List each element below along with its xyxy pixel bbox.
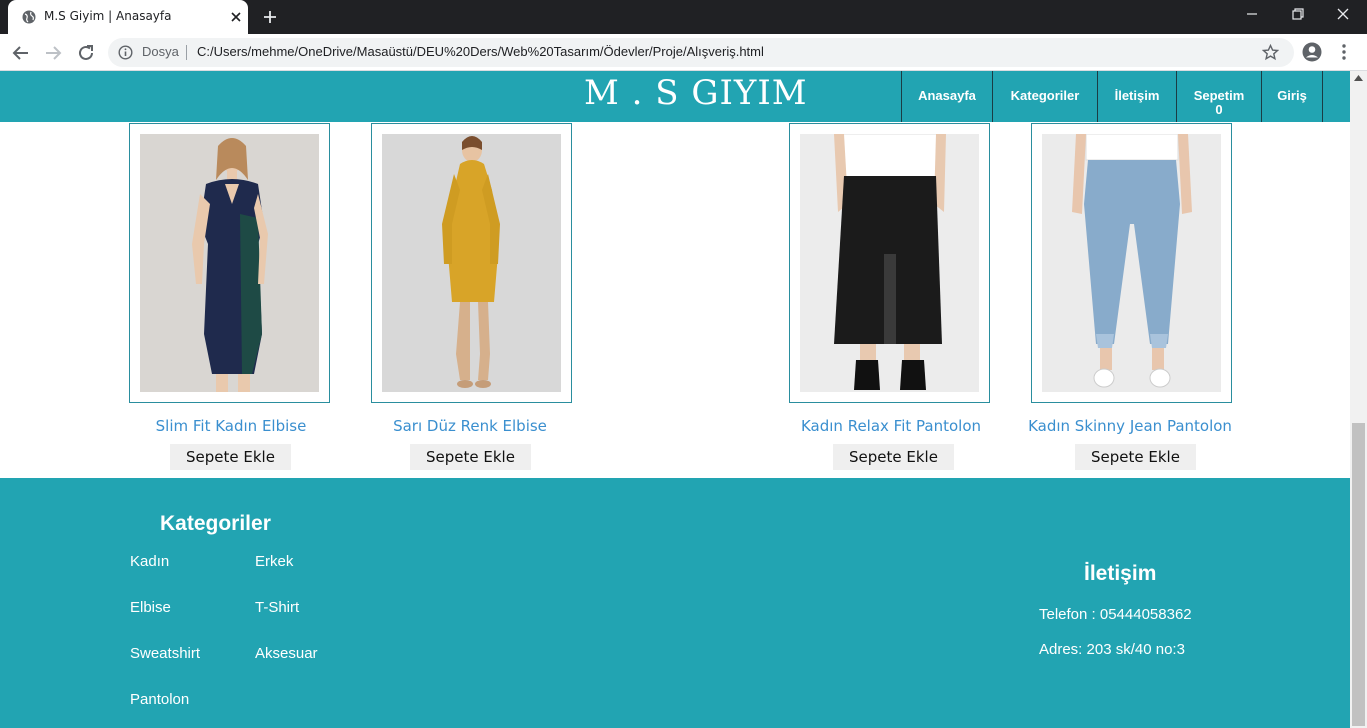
new-tab-icon[interactable] bbox=[262, 9, 278, 25]
product-image-black-pants bbox=[800, 134, 979, 392]
footer-category-link[interactable]: Pantolon bbox=[130, 691, 189, 708]
footer-category-link[interactable]: T-Shirt bbox=[255, 599, 299, 616]
product-name[interactable]: Kadın Relax Fit Pantolon bbox=[776, 417, 1006, 435]
add-to-cart-button[interactable]: Sepete Ekle bbox=[170, 444, 291, 470]
site-header: M . S GIYIM Anasayfa Kategoriler İletişi… bbox=[0, 71, 1350, 122]
product-image-dress-navy bbox=[140, 134, 319, 392]
nav-login[interactable]: Giriş bbox=[1262, 71, 1323, 122]
nav-categories-label: Kategoriler bbox=[1010, 88, 1080, 103]
footer-categories-title: Kategoriler bbox=[160, 512, 271, 535]
product-image-skinny-jeans bbox=[1042, 134, 1221, 392]
product-image-frame[interactable] bbox=[789, 123, 990, 403]
browser-tab[interactable]: M.S Giyim | Anasayfa bbox=[8, 0, 248, 34]
footer-category-link[interactable]: Erkek bbox=[255, 553, 293, 570]
footer-category-link[interactable]: Elbise bbox=[130, 599, 171, 616]
forward-arrow-icon[interactable] bbox=[44, 44, 62, 62]
add-to-cart-button[interactable]: Sepete Ekle bbox=[833, 444, 954, 470]
product-image-dress-mustard bbox=[382, 134, 561, 392]
add-to-cart-button[interactable]: Sepete Ekle bbox=[1075, 444, 1196, 470]
back-arrow-icon[interactable] bbox=[12, 44, 30, 62]
close-window-icon[interactable] bbox=[1335, 6, 1351, 22]
browser-menu-icon[interactable] bbox=[1337, 42, 1351, 62]
site-nav: Anasayfa Kategoriler İletişim Sepetim 0 … bbox=[901, 71, 1323, 122]
site-footer: Kategoriler Kadın Erkek Elbise T-Shirt S… bbox=[0, 478, 1350, 728]
globe-icon bbox=[22, 10, 36, 24]
product-image-frame[interactable] bbox=[371, 123, 572, 403]
omnibox-divider bbox=[186, 45, 187, 60]
security-label: Dosya bbox=[142, 44, 179, 59]
nav-categories[interactable]: Kategoriler bbox=[993, 71, 1098, 122]
add-to-cart-button[interactable]: Sepete Ekle bbox=[410, 444, 531, 470]
nav-home-label: Anasayfa bbox=[918, 88, 976, 103]
product-name[interactable]: Slim Fit Kadın Elbise bbox=[116, 417, 346, 435]
scrollbar-thumb[interactable] bbox=[1352, 423, 1365, 726]
address-bar[interactable]: Dosya C:/Users/mehme/OneDrive/Masaüstü/D… bbox=[108, 38, 1294, 67]
page-viewport: M . S GIYIM Anasayfa Kategoriler İletişi… bbox=[0, 71, 1350, 728]
nav-login-label: Giriş bbox=[1277, 88, 1307, 103]
product-name[interactable]: Sarı Düz Renk Elbise bbox=[355, 417, 585, 435]
nav-cart[interactable]: Sepetim 0 bbox=[1177, 71, 1262, 122]
browser-tab-strip: M.S Giyim | Anasayfa bbox=[0, 0, 1367, 34]
footer-category-link[interactable]: Kadın bbox=[130, 553, 169, 570]
product-image-frame[interactable] bbox=[129, 123, 330, 403]
cart-count-badge: 0 bbox=[1215, 102, 1223, 117]
nav-contact-label: İletişim bbox=[1114, 88, 1160, 103]
minimize-icon[interactable] bbox=[1244, 6, 1260, 22]
footer-contact-title: İletişim bbox=[1084, 562, 1157, 585]
footer-phone: Telefon : 05444058362 bbox=[1039, 606, 1192, 623]
browser-toolbar: Dosya C:/Users/mehme/OneDrive/Masaüstü/D… bbox=[0, 34, 1367, 71]
close-tab-icon[interactable] bbox=[228, 9, 244, 25]
url-text[interactable]: C:/Users/mehme/OneDrive/Masaüstü/DEU%20D… bbox=[197, 44, 764, 59]
footer-address: Adres: 203 sk/40 no:3 bbox=[1039, 641, 1185, 658]
footer-category-link[interactable]: Aksesuar bbox=[255, 645, 318, 662]
footer-category-link[interactable]: Sweatshirt bbox=[130, 645, 200, 662]
site-logo[interactable]: M . S GIYIM bbox=[584, 73, 808, 113]
nav-contact[interactable]: İletişim bbox=[1098, 71, 1177, 122]
reload-icon[interactable] bbox=[77, 44, 95, 62]
tab-title: M.S Giyim | Anasayfa bbox=[44, 9, 172, 23]
product-image-frame[interactable] bbox=[1031, 123, 1232, 403]
profile-avatar-icon[interactable] bbox=[1302, 42, 1322, 62]
nav-cart-label: Sepetim bbox=[1193, 88, 1245, 103]
nav-home[interactable]: Anasayfa bbox=[902, 71, 993, 122]
info-icon[interactable] bbox=[118, 45, 133, 60]
scroll-up-arrow-icon[interactable] bbox=[1354, 75, 1363, 81]
page-scrollbar[interactable] bbox=[1350, 71, 1367, 728]
product-name[interactable]: Kadın Skinny Jean Pantolon bbox=[1015, 417, 1245, 435]
bookmark-star-icon[interactable] bbox=[1262, 44, 1279, 61]
restore-icon[interactable] bbox=[1290, 6, 1306, 22]
